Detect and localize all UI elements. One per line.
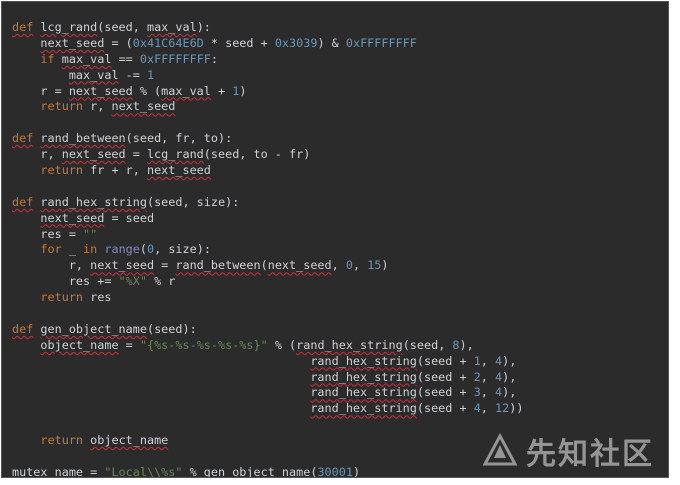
code-line: res += "%X" % r (12, 274, 176, 289)
code-line: def gen_object_name(seed): (12, 321, 197, 336)
code-line: for _ in range(0, size): (40, 242, 211, 257)
code-line: res = "" (12, 226, 98, 241)
code-line: return object_name (40, 433, 169, 448)
watermark: 先知社区 (482, 431, 654, 472)
code-line: return fr + r, next_seed (40, 163, 211, 178)
code-line: rand_hex_string(seed + 2, 4), (310, 369, 517, 384)
code-line: def rand_hex_string(seed, size): (12, 194, 240, 209)
code-line: rand_hex_string(seed + 1, 4), (310, 353, 517, 368)
code-line: r, next_seed = lcg_rand(seed, to - fr) (12, 147, 311, 162)
code-line: def lcg_rand(seed, max_val): (12, 20, 211, 34)
code-line: r = next_seed % (max_val + 1) (12, 83, 247, 98)
code-line: def rand_between(seed, fr, to): (12, 131, 233, 146)
xianzhi-logo-icon (482, 433, 518, 466)
code-line: rand_hex_string(seed + 4, 12)) (310, 401, 524, 416)
code-editor[interactable]: def lcg_rand(seed, max_val): next_seed =… (1, 1, 669, 478)
code-line: r, next_seed = rand_between(next_seed, 0… (12, 258, 389, 273)
watermark-text: 先知社区 (526, 437, 654, 472)
code-line: return res (40, 290, 112, 305)
code-line: mutex_name = "Local\\%s" % gen_object_na… (12, 464, 361, 478)
code-line: next_seed = seed (40, 210, 155, 225)
code-line: next_seed = (0x41C64E6D * seed + 0x3039)… (40, 35, 417, 50)
code-line: if max_val == 0xFFFFFFFF: (40, 51, 219, 66)
code-line: rand_hex_string(seed + 3, 4), (310, 385, 517, 400)
code-line: max_val -= 1 (68, 67, 155, 82)
code-line: return r, next_seed (40, 99, 176, 114)
code-line: object_name = "{%s-%s-%s-%s-%s}" % (rand… (40, 337, 474, 352)
code-area[interactable]: def lcg_rand(seed, max_val): next_seed =… (12, 20, 524, 478)
